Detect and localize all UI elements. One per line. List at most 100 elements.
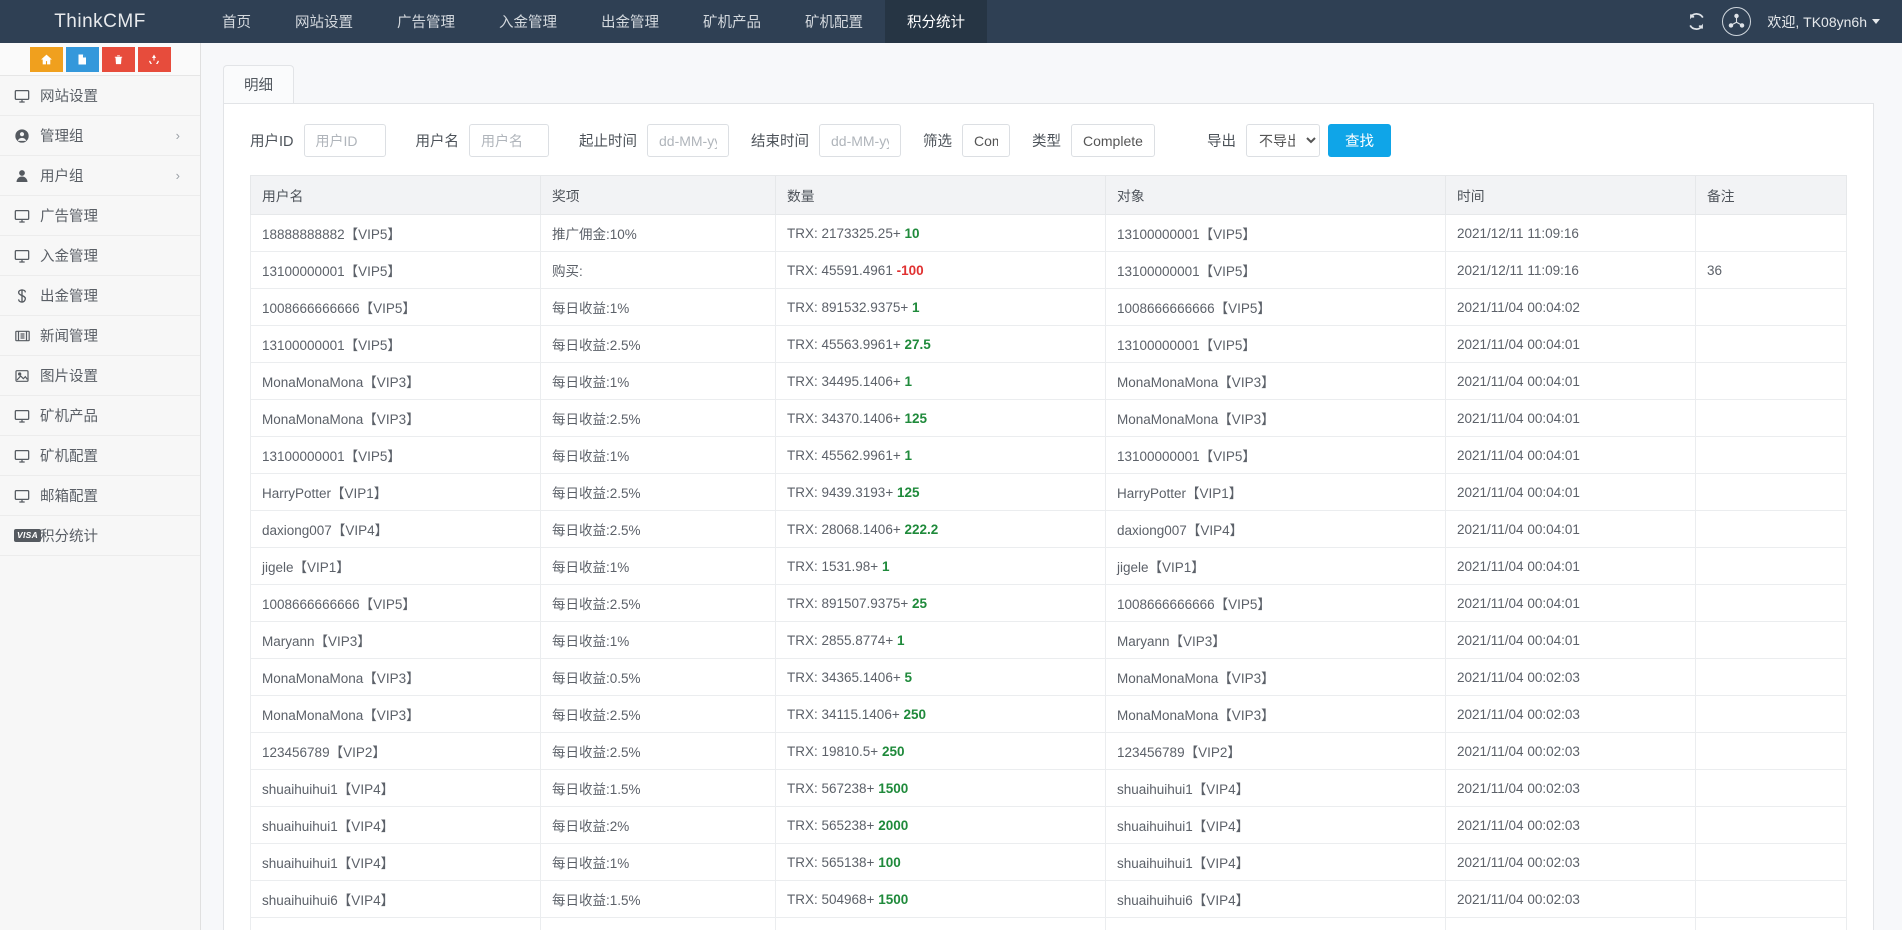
cell-note: [1696, 770, 1847, 807]
table-row[interactable]: Maryann【VIP3】每日收益:1%TRX: 2855.8774+ 1Mar…: [251, 622, 1847, 659]
tab-bar: 明细: [223, 65, 1874, 103]
sidebar-item-1[interactable]: 管理组›: [0, 116, 200, 156]
top-navbar: ThinkCMF 首页网站设置广告管理入金管理出金管理矿机产品矿机配置积分统计 …: [0, 0, 1902, 43]
table-row[interactable]: daxiong007【VIP4】每日收益:2.5%TRX: 28068.1406…: [251, 511, 1847, 548]
cell-amount: TRX: 567238+ 1500: [776, 770, 1106, 807]
end-time-input[interactable]: [819, 124, 901, 157]
cell-prize: 每日收益:1.5%: [541, 881, 776, 918]
records-table: 用户名 奖项 数量 对象 时间 备注 18888888882【VIP5】推广佣金…: [250, 175, 1847, 930]
nav-item-5[interactable]: 矿机产品: [681, 0, 783, 43]
nav-item-6[interactable]: 矿机配置: [783, 0, 885, 43]
export-select[interactable]: 不导出: [1246, 124, 1320, 157]
table-row[interactable]: 123456789【VIP2】每日收益:2.5%TRX: 19810.5+ 25…: [251, 733, 1847, 770]
nav-item-3[interactable]: 入金管理: [477, 0, 579, 43]
cell-note: [1696, 807, 1847, 844]
sidebar-item-label: 积分统计: [40, 525, 186, 546]
nav-item-2[interactable]: 广告管理: [375, 0, 477, 43]
cell-username: 1008666666666【VIP5】: [251, 585, 541, 622]
nav-item-label: 矿机配置: [805, 11, 863, 32]
table-row[interactable]: MonaMonaMona【VIP3】每日收益:1%TRX: 34495.1406…: [251, 363, 1847, 400]
nav-item-4[interactable]: 出金管理: [579, 0, 681, 43]
amount-delta: 100: [878, 855, 901, 870]
amount-base: TRX: 2173325.25+: [787, 226, 904, 241]
trash-icon[interactable]: [102, 47, 135, 72]
table-row[interactable]: MonaMonaMona【VIP3】每日收益:2.5%TRX: 34370.14…: [251, 400, 1847, 437]
refresh-icon[interactable]: [1687, 12, 1706, 31]
amount-base: TRX: 2855.8774+: [787, 633, 897, 648]
sidebar-item-9[interactable]: 矿机配置: [0, 436, 200, 476]
nav-item-7[interactable]: 积分统计: [885, 0, 987, 43]
cell-note: [1696, 622, 1847, 659]
user-name-input[interactable]: [469, 124, 549, 157]
cell-username: 13100000001【VIP5】: [251, 437, 541, 474]
home-icon[interactable]: [30, 47, 63, 72]
cell-prize: 每日收益:1%: [541, 437, 776, 474]
sidebar-item-0[interactable]: 网站设置: [0, 76, 200, 116]
sidebar-item-2[interactable]: 用户组›: [0, 156, 200, 196]
type-select[interactable]: [1071, 124, 1155, 157]
start-time-input[interactable]: [647, 124, 729, 157]
search-button[interactable]: 查找: [1328, 124, 1391, 157]
table-row[interactable]: HarryPotter【VIP1】每日收益:2.5%TRX: 9439.3193…: [251, 474, 1847, 511]
sidebar-item-label: 管理组: [40, 125, 176, 146]
tab-detail[interactable]: 明细: [223, 65, 294, 103]
table-row[interactable]: 13100000001【VIP5】购买:TRX: 45591.4961 -100…: [251, 252, 1847, 289]
sidebar-item-4[interactable]: 入金管理: [0, 236, 200, 276]
sidebar-item-5[interactable]: 出金管理: [0, 276, 200, 316]
sidebar-item-3[interactable]: 广告管理: [0, 196, 200, 236]
cell-note: [1696, 511, 1847, 548]
recycle-icon[interactable]: [138, 47, 171, 72]
sidebar-item-10[interactable]: 邮箱配置: [0, 476, 200, 516]
cell-time: 2021/11/04 00:04:01: [1446, 511, 1696, 548]
sidebar-item-11[interactable]: VISA积分统计: [0, 516, 200, 556]
table-row[interactable]: jigele【VIP1】每日收益:1%TRX: 1531.98+ 1jigele…: [251, 548, 1847, 585]
user-menu[interactable]: 欢迎, TK08yn6h: [1767, 12, 1880, 32]
sidebar-item-8[interactable]: 矿机产品: [0, 396, 200, 436]
avatar[interactable]: [1722, 7, 1751, 36]
sidebar: 网站设置管理组›用户组›广告管理入金管理出金管理新闻管理图片设置矿机产品矿机配置…: [0, 43, 201, 930]
cell-note: [1696, 918, 1847, 930]
dollar-icon: [14, 288, 40, 304]
cell-time: 2021/11/04 00:02:03: [1446, 844, 1696, 881]
cell-prize: 每日收益:2.5%: [541, 585, 776, 622]
cell-username: MonaMonaMona【VIP3】: [251, 363, 541, 400]
col-prize: 奖项: [541, 176, 776, 215]
navbar-right: 欢迎, TK08yn6h: [1687, 0, 1902, 43]
table-row[interactable]: shuaihuihui1【VIP4】每日收益:1.5%TRX: 567238+ …: [251, 770, 1847, 807]
chevron-right-icon: ›: [176, 128, 180, 143]
nav-item-0[interactable]: 首页: [200, 0, 273, 43]
cell-prize: 购买:: [541, 252, 776, 289]
table-row[interactable]: 1008666666666【VIP5】每日收益:1%TRX: 891532.93…: [251, 289, 1847, 326]
monitor-icon: [14, 448, 40, 464]
sidebar-item-6[interactable]: 新闻管理: [0, 316, 200, 356]
table-row[interactable]: 13100000001【VIP5】每日收益:2.5%TRX: 45563.996…: [251, 326, 1847, 363]
filter-screen: 筛选: [923, 124, 1010, 157]
sidebar-item-7[interactable]: 图片设置: [0, 356, 200, 396]
cell-note: [1696, 733, 1847, 770]
table-row[interactable]: shuaihuihui1【VIP4】每日收益:2%TRX: 565238+ 20…: [251, 807, 1847, 844]
table-row[interactable]: 13100000001【VIP5】每日收益:1%TRX: 45562.9961+…: [251, 437, 1847, 474]
brand-logo[interactable]: ThinkCMF: [0, 0, 200, 43]
amount-base: TRX: 9439.3193+: [787, 485, 897, 500]
user-id-input[interactable]: [304, 124, 386, 157]
table-row[interactable]: shuaihuihui6【VIP4】每日收益:1.5%TRX: 504968+ …: [251, 881, 1847, 918]
screen-select[interactable]: [962, 124, 1010, 157]
table-row[interactable]: 1008666666666【VIP5】每日收益:2.5%TRX: 891507.…: [251, 585, 1847, 622]
monitor-icon: [14, 248, 40, 264]
table-row[interactable]: MonaMonaMona【VIP3】每日收益:0.5%TRX: 34365.14…: [251, 659, 1847, 696]
cell-note: [1696, 474, 1847, 511]
amount-delta: 5: [904, 670, 912, 685]
sidebar-item-label: 矿机产品: [40, 405, 186, 426]
records-table-wrap: 用户名 奖项 数量 对象 时间 备注 18888888882【VIP5】推广佣金…: [250, 175, 1847, 930]
table-row[interactable]: MonaMonaMona【VIP3】每日收益:2.5%TRX: 34115.14…: [251, 696, 1847, 733]
table-row[interactable]: 123123【VIP4】每日收益:2.5%TRX: 203791.7656+ 2…: [251, 918, 1847, 930]
nav-item-label: 矿机产品: [703, 11, 761, 32]
cell-time: 2021/11/04 00:02:03: [1446, 659, 1696, 696]
table-row[interactable]: shuaihuihui1【VIP4】每日收益:1%TRX: 565138+ 10…: [251, 844, 1847, 881]
new-file-icon[interactable]: [66, 47, 99, 72]
cell-time: 2021/11/04 00:04:01: [1446, 400, 1696, 437]
amount-delta: 1: [897, 633, 905, 648]
table-row[interactable]: 18888888882【VIP5】推广佣金:10%TRX: 2173325.25…: [251, 215, 1847, 252]
nav-item-1[interactable]: 网站设置: [273, 0, 375, 43]
amount-base: TRX: 34365.1406+: [787, 670, 904, 685]
